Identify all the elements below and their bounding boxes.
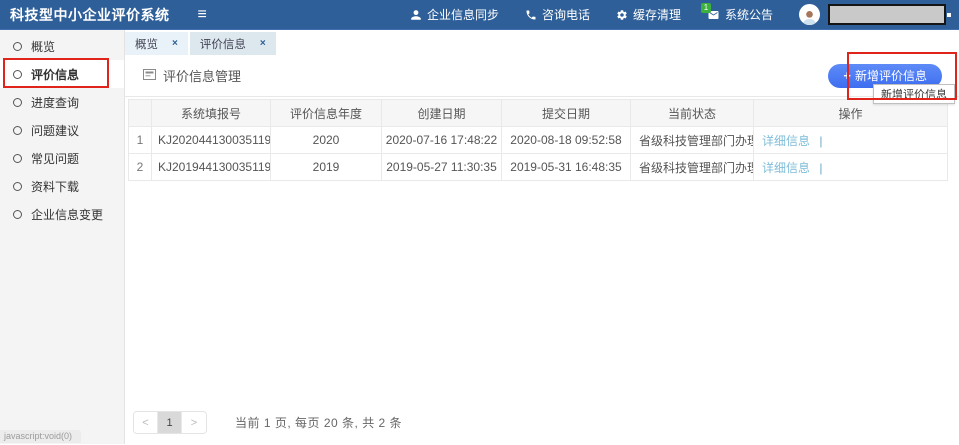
cell-index: 1 [128, 126, 152, 154]
page-body: 概览 评价信息 进度查询 问题建议 常见问题 资料下载 企业信息变更 概览 × … [0, 30, 959, 444]
sidebar-item-label: 进度查询 [31, 95, 80, 110]
cell-year: 2020 [270, 126, 382, 154]
pagination-group: < 1 > [133, 411, 207, 434]
nav-consult-phone[interactable]: 咨询电话 [525, 6, 590, 23]
close-icon[interactable]: × [172, 38, 178, 49]
add-button-tooltip: 新增评价信息 [873, 84, 955, 104]
sidebar-item-downloads[interactable]: 资料下载 [0, 172, 124, 200]
close-icon[interactable]: × [260, 38, 266, 49]
cell-actions: 详细信息 | [753, 153, 948, 181]
redacted-username [828, 4, 946, 25]
nav-label: 系统公告 [724, 8, 773, 22]
browser-status-text: javascript:void(0) [0, 430, 82, 443]
page-title-row: 评价信息管理 + 新增评价信息 [125, 55, 959, 97]
evaluation-table: 系统填报号 评价信息年度 创建日期 提交日期 当前状态 操作 1 KJ20204… [128, 99, 948, 181]
user-icon [410, 9, 422, 21]
table-row: 1 KJ20204413003511952841 2020 2020-07-16… [128, 126, 948, 154]
circle-icon [13, 125, 22, 135]
phone-icon [525, 9, 537, 21]
nav-system-announcements[interactable]: 1 系统公告 [700, 2, 773, 23]
sidebar: 概览 评价信息 进度查询 问题建议 常见问题 资料下载 企业信息变更 [0, 30, 125, 444]
column-header-created: 创建日期 [381, 99, 502, 127]
announcement-badge: 1 [700, 2, 711, 13]
prev-page-button[interactable]: < [134, 412, 158, 433]
nav-label: 咨询电话 [541, 8, 590, 22]
cell-report-no: KJ20204413003511952841 [151, 126, 271, 154]
action-separator: | [819, 160, 823, 175]
circle-icon [13, 153, 22, 163]
evaluation-table-wrap: 系统填报号 评价信息年度 创建日期 提交日期 当前状态 操作 1 KJ20204… [125, 97, 959, 181]
sidebar-item-label: 问题建议 [31, 123, 80, 138]
panel-icon [143, 68, 156, 83]
circle-icon [13, 181, 22, 191]
cell-status: 省级科技管理部门办理入库... [630, 153, 754, 181]
nav-clear-cache[interactable]: 缓存清理 [616, 6, 681, 23]
tab-evaluation-info[interactable]: 评价信息 × [189, 32, 276, 55]
envelope-icon: 1 [700, 2, 720, 21]
tab-label: 评价信息 [199, 38, 246, 51]
column-header-status: 当前状态 [630, 99, 754, 127]
column-header-index [128, 99, 152, 127]
circle-icon [13, 69, 22, 79]
tab-label: 概览 [135, 38, 158, 51]
cell-year: 2019 [270, 153, 382, 181]
header-nav: 企业信息同步 咨询电话 缓存清理 1 系统公告 [410, 2, 951, 25]
column-header-submitted: 提交日期 [501, 99, 631, 127]
sidebar-item-progress-query[interactable]: 进度查询 [0, 88, 124, 116]
sidebar-item-label: 企业信息变更 [31, 207, 104, 222]
app-title: 科技型中小企业评价系统 [10, 6, 170, 23]
cell-created-date: 2019-05-27 11:30:35 [381, 153, 502, 181]
sidebar-item-feedback[interactable]: 问题建议 [0, 116, 124, 144]
cell-report-no: KJ20194413003511952841 [151, 153, 271, 181]
add-button-label: 新增评价信息 [854, 69, 927, 83]
nav-label: 缓存清理 [632, 8, 681, 22]
plus-icon: + [843, 68, 851, 83]
cell-status: 省级科技管理部门办理入库... [630, 126, 754, 154]
sidebar-item-label: 资料下载 [31, 179, 80, 194]
main-area: 概览 × 评价信息 × 评价信息管理 + 新增评价信息 新增评价信息 系统填报号… [125, 30, 959, 444]
pagination-summary: 当前 1 页, 每页 20 条, 共 2 条 [235, 416, 403, 430]
nav-enterprise-sync[interactable]: 企业信息同步 [410, 6, 499, 23]
cell-actions: 详细信息 | [753, 126, 948, 154]
circle-icon [13, 41, 22, 51]
table-row: 2 KJ20194413003511952841 2019 2019-05-27… [128, 153, 948, 181]
nav-label: 企业信息同步 [426, 8, 499, 22]
next-page-button[interactable]: > [182, 412, 206, 433]
page-1-button[interactable]: 1 [158, 412, 182, 433]
redaction-artifact [947, 12, 951, 17]
circle-icon [13, 209, 22, 219]
sidebar-item-evaluation-info[interactable]: 评价信息 [0, 60, 124, 88]
action-separator: | [819, 133, 823, 148]
app-window: { "colors": { "header_blue": "#2e5f98", … [0, 0, 959, 445]
detail-info-link[interactable]: 详细信息 [762, 134, 810, 148]
top-header: 科技型中小企业评价系统 ≡ 企业信息同步 咨询电话 缓存清理 1 系统公告 [0, 0, 959, 30]
detail-info-link[interactable]: 详细信息 [762, 161, 810, 175]
column-header-report-no: 系统填报号 [151, 99, 271, 127]
cell-created-date: 2020-07-16 17:48:22 [381, 126, 502, 154]
sidebar-item-overview[interactable]: 概览 [0, 32, 124, 60]
gear-icon [616, 9, 628, 21]
user-avatar[interactable] [799, 4, 820, 25]
sidebar-item-label: 评价信息 [31, 67, 80, 82]
cell-submitted-date: 2019-05-31 16:48:35 [501, 153, 631, 181]
hamburger-menu-icon[interactable]: ≡ [198, 6, 207, 23]
tab-overview[interactable]: 概览 × [125, 32, 188, 55]
table-header-row: 系统填报号 评价信息年度 创建日期 提交日期 当前状态 操作 [128, 99, 948, 127]
pagination: < 1 > 当前 1 页, 每页 20 条, 共 2 条 [125, 411, 959, 444]
column-header-year: 评价信息年度 [270, 99, 382, 127]
sidebar-item-label: 概览 [31, 39, 56, 54]
cell-submitted-date: 2020-08-18 09:52:58 [501, 126, 631, 154]
sidebar-item-faq[interactable]: 常见问题 [0, 144, 124, 172]
circle-icon [13, 97, 22, 107]
cell-index: 2 [128, 153, 152, 181]
page-title: 评价信息管理 [163, 69, 242, 84]
sidebar-item-label: 常见问题 [31, 151, 80, 166]
tab-bar: 概览 × 评价信息 × [125, 30, 959, 55]
sidebar-item-enterprise-info-change[interactable]: 企业信息变更 [0, 200, 124, 228]
